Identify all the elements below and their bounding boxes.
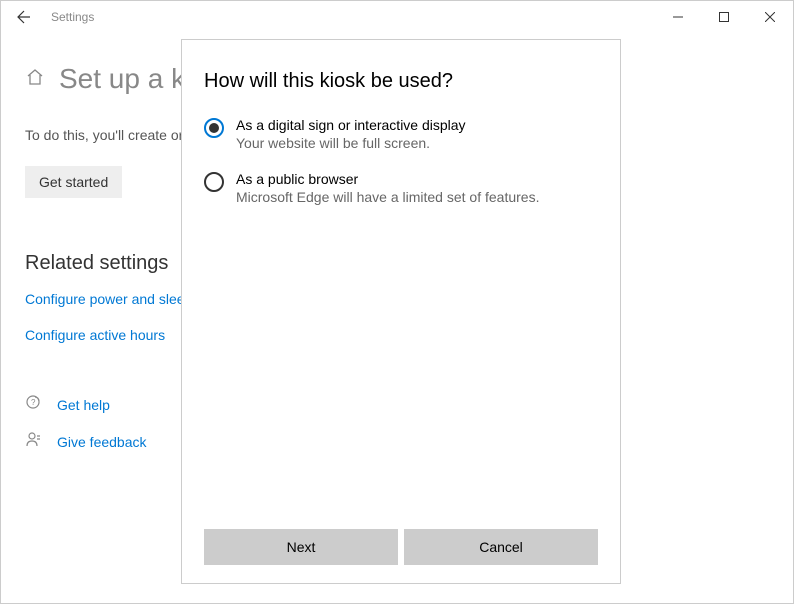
radio-text: As a public browser Microsoft Edge will … <box>236 171 539 205</box>
radio-sublabel: Your website will be full screen. <box>236 135 466 151</box>
radio-text: As a digital sign or interactive display… <box>236 117 466 151</box>
cancel-button[interactable]: Cancel <box>404 529 598 565</box>
radio-button[interactable] <box>204 118 224 138</box>
give-feedback-link[interactable]: Give feedback <box>57 434 147 450</box>
radio-label: As a public browser <box>236 171 539 187</box>
close-button[interactable] <box>747 1 793 33</box>
radio-option-digital-sign[interactable]: As a digital sign or interactive display… <box>204 117 598 151</box>
get-started-button[interactable]: Get started <box>25 166 122 198</box>
minimize-button[interactable] <box>655 1 701 33</box>
maximize-button[interactable] <box>701 1 747 33</box>
get-help-link[interactable]: Get help <box>57 397 110 413</box>
next-button[interactable]: Next <box>204 529 398 565</box>
dialog-buttons: Next Cancel <box>204 529 598 565</box>
home-icon <box>25 67 45 92</box>
radio-option-public-browser[interactable]: As a public browser Microsoft Edge will … <box>204 171 598 205</box>
maximize-icon <box>719 12 729 22</box>
window-title: Settings <box>51 10 94 24</box>
feedback-icon <box>25 430 43 453</box>
close-icon <box>765 12 775 22</box>
kiosk-setup-dialog: How will this kiosk be used? As a digita… <box>181 39 621 584</box>
dialog-title: How will this kiosk be used? <box>204 70 598 93</box>
titlebar: Settings <box>1 1 793 33</box>
radio-sublabel: Microsoft Edge will have a limited set o… <box>236 189 539 205</box>
radio-inner-dot <box>209 123 219 133</box>
arrow-left-icon <box>16 9 32 25</box>
minimize-icon <box>673 12 683 22</box>
radio-label: As a digital sign or interactive display <box>236 117 466 133</box>
help-icon: ? <box>25 393 43 416</box>
back-button[interactable] <box>9 2 39 32</box>
window-controls <box>655 1 793 33</box>
svg-text:?: ? <box>31 398 36 407</box>
radio-button[interactable] <box>204 172 224 192</box>
